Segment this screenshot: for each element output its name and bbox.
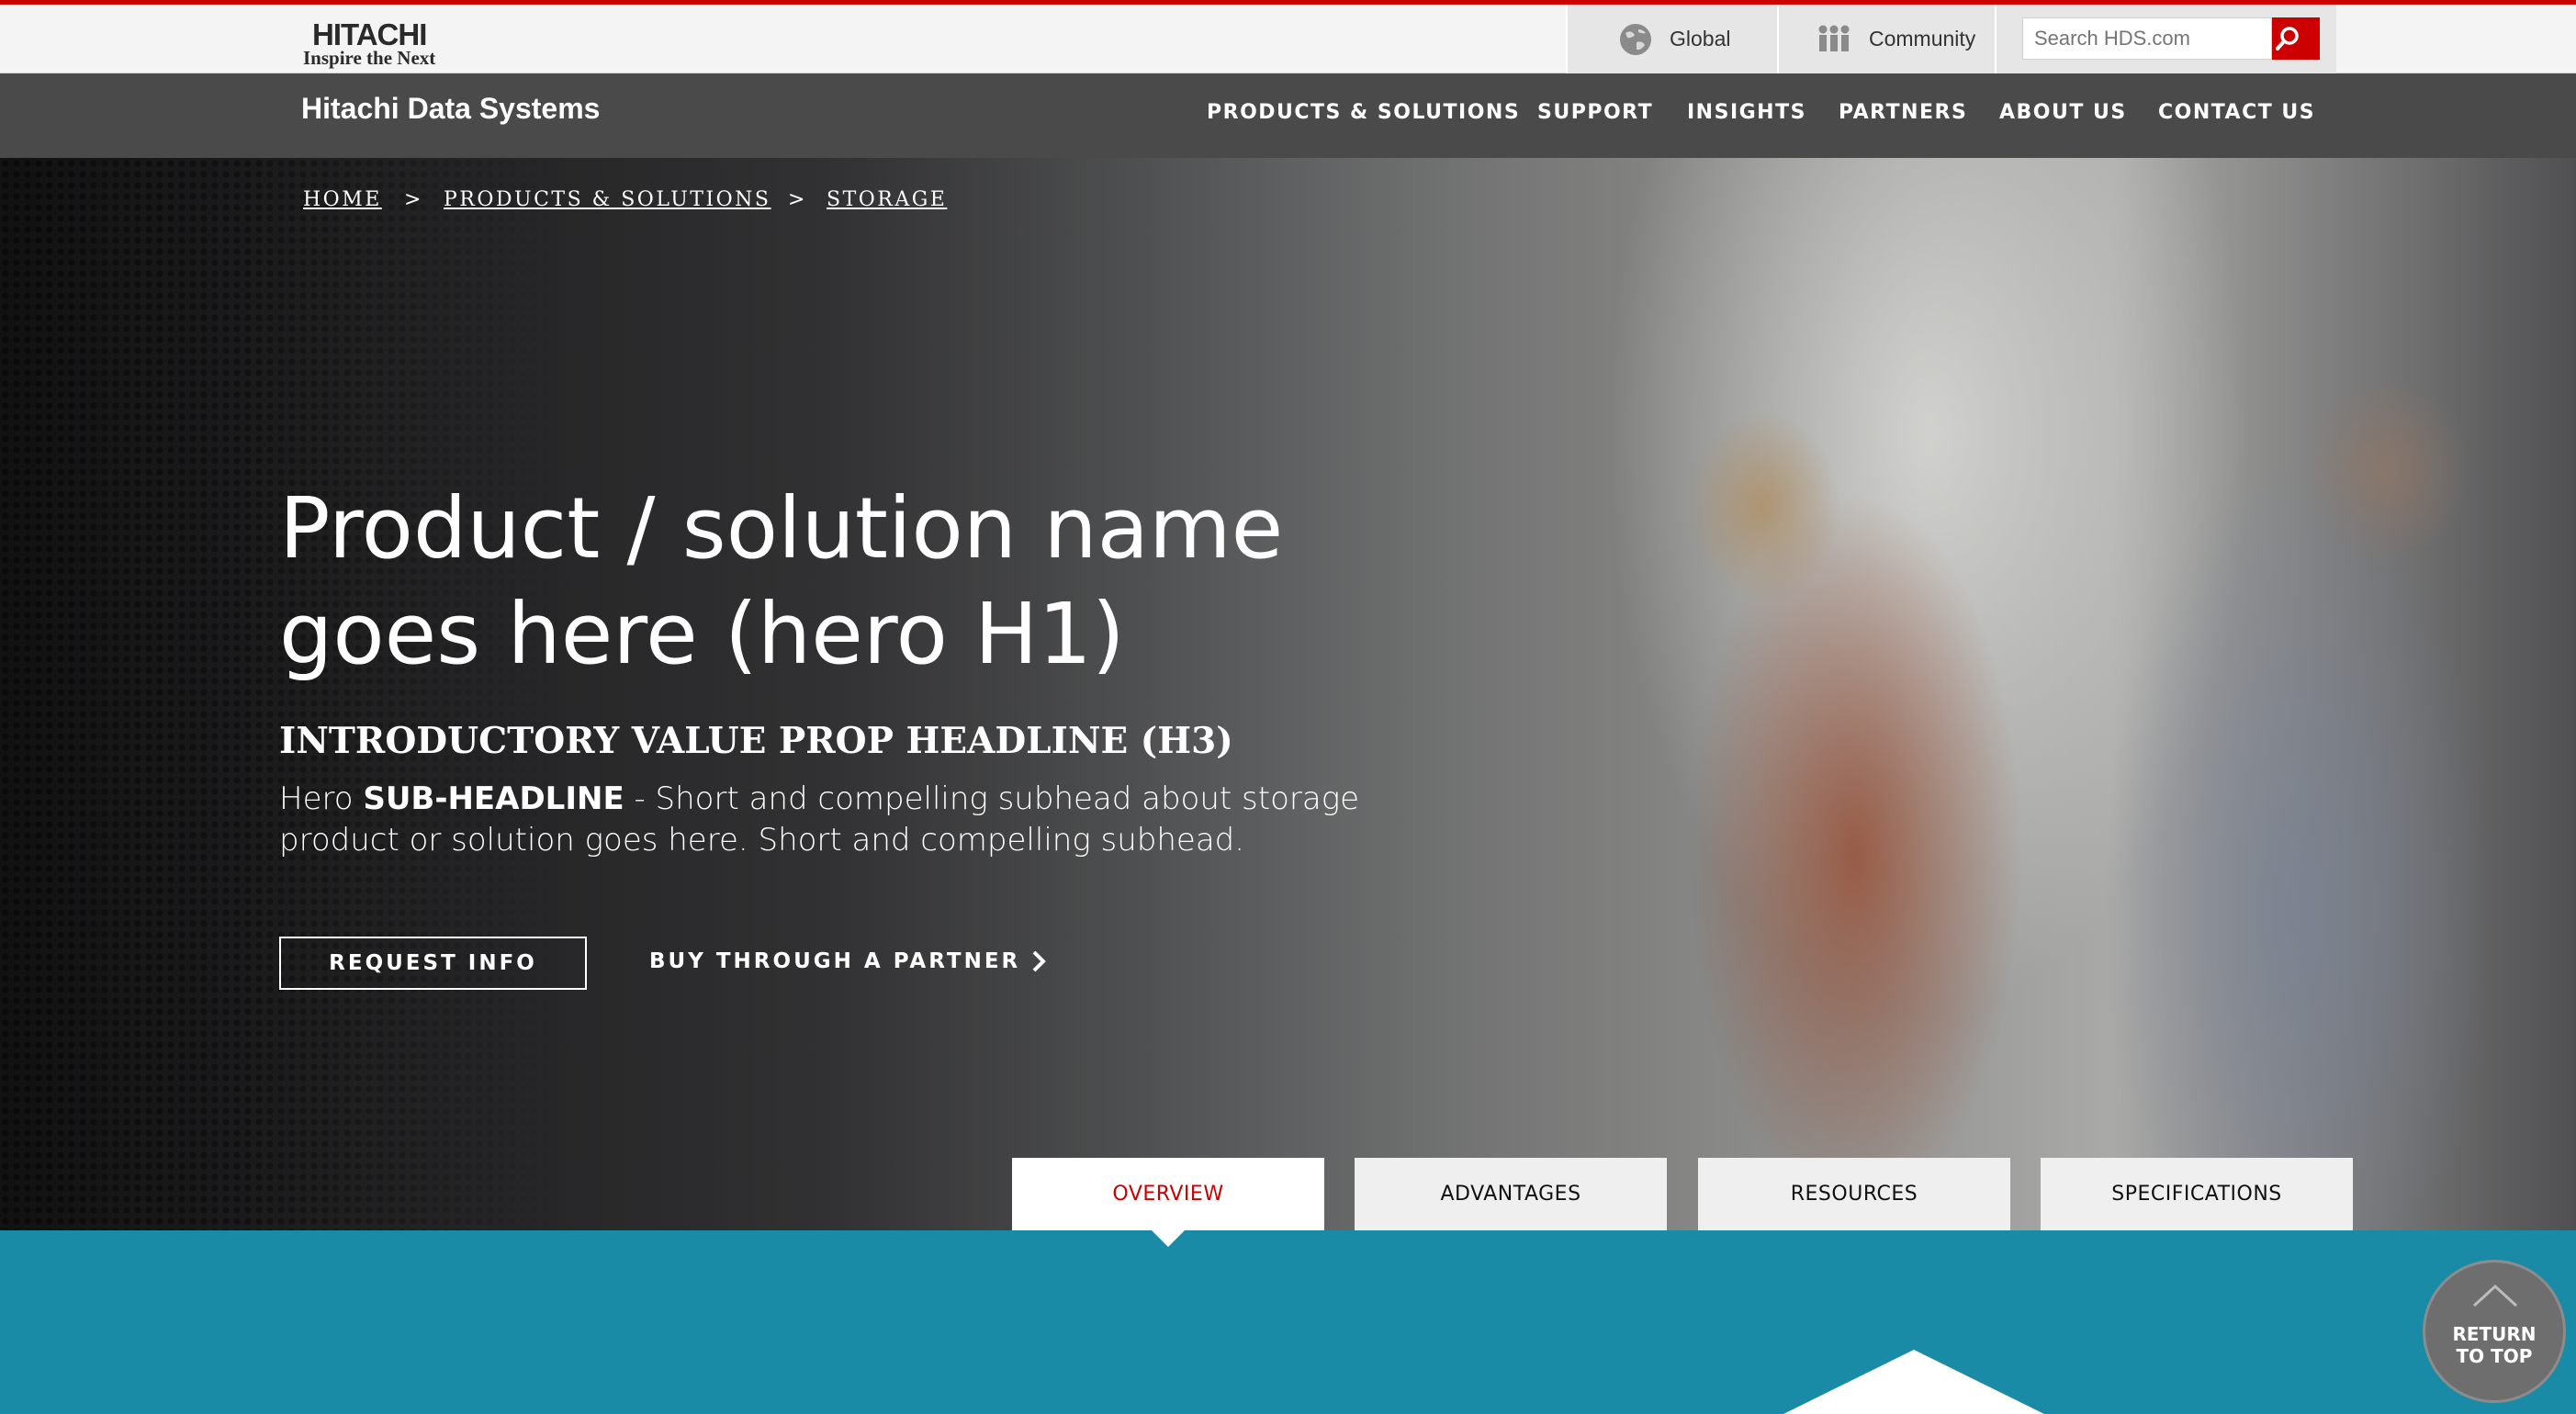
return-to-top-line1: RETURN [2452, 1323, 2537, 1345]
breadcrumb-separator: > [788, 188, 805, 211]
global-selector[interactable]: Global [1566, 5, 1777, 73]
breadcrumb-products-solutions[interactable]: PRODUCTS & SOLUTIONS [444, 188, 771, 211]
tab-advantages[interactable]: ADVANTAGES [1355, 1158, 1667, 1230]
nav-contact-us[interactable]: CONTACT US [2158, 101, 2315, 124]
search-field-wrapper [2022, 17, 2272, 60]
community-icon [1818, 25, 1850, 51]
buy-through-partner-label: BUY THROUGH A PARTNER [649, 949, 1021, 973]
overview-section [0, 1230, 2576, 1414]
hitachi-logo[interactable]: HITACHI Inspire the Next [303, 14, 468, 69]
buy-through-partner-link[interactable]: BUY THROUGH A PARTNER [649, 949, 1047, 973]
return-to-top-line2: TO TOP [2456, 1345, 2533, 1367]
hero-background-image [0, 158, 2576, 1230]
tab-resources-label: RESOURCES [1790, 1183, 1918, 1206]
tab-advantages-label: ADVANTAGES [1440, 1183, 1581, 1206]
breadcrumb-separator: > [404, 188, 422, 211]
logo-tagline: Inspire the Next [303, 47, 436, 69]
nav-products-solutions[interactable]: PRODUCTS & SOLUTIONS [1207, 101, 1520, 124]
main-navigation: Hitachi Data Systems PRODUCTS & SOLUTION… [0, 73, 2576, 158]
return-to-top-label: RETURN TO TOP [2425, 1323, 2563, 1367]
tab-overview[interactable]: OVERVIEW [1012, 1158, 1324, 1230]
subheadline-bold: SUB-HEADLINE [363, 780, 624, 817]
hero-title: Product / solution name goes here (hero … [279, 479, 1284, 683]
community-link[interactable]: Community [1777, 5, 1995, 73]
search-area [1995, 5, 2336, 73]
hero-value-prop-headline: INTRODUCTORY VALUE PROP HEADLINE (H3) [279, 720, 1233, 762]
breadcrumb-home[interactable]: HOME [303, 188, 382, 211]
globe-icon [1620, 23, 1651, 55]
tab-resources[interactable]: RESOURCES [1698, 1158, 2010, 1230]
brand-name[interactable]: Hitachi Data Systems [301, 92, 600, 126]
tab-specifications[interactable]: SPECIFICATIONS [2041, 1158, 2353, 1230]
chevron-right-icon [1032, 950, 1047, 972]
active-tab-indicator [1150, 1229, 1187, 1247]
nav-support[interactable]: SUPPORT [1537, 101, 1653, 124]
chevron-up-icon [2472, 1284, 2518, 1307]
request-info-label: REQUEST INFO [329, 951, 537, 975]
tab-specifications-label: SPECIFICATIONS [2111, 1183, 2282, 1206]
search-icon [2276, 27, 2299, 50]
nav-partners[interactable]: PARTNERS [1839, 101, 1967, 124]
community-label: Community [1869, 27, 1976, 50]
hero-subheadline: Hero SUB-HEADLINE - Short and compelling… [279, 779, 1436, 861]
tab-overview-label: OVERVIEW [1112, 1183, 1224, 1206]
section-pointer [1783, 1350, 2044, 1414]
nav-insights[interactable]: INSIGHTS [1687, 101, 1806, 124]
search-button[interactable] [2272, 17, 2320, 60]
global-label: Global [1670, 27, 1731, 50]
breadcrumb-storage[interactable]: STORAGE [827, 188, 947, 211]
return-to-top-button[interactable]: RETURN TO TOP [2423, 1260, 2566, 1403]
subheadline-prefix: Hero [279, 780, 364, 817]
hero-overlay [0, 158, 1469, 1230]
search-input[interactable] [2023, 18, 2271, 59]
request-info-button[interactable]: REQUEST INFO [279, 937, 587, 990]
nav-about-us[interactable]: ABOUT US [1999, 101, 2127, 124]
